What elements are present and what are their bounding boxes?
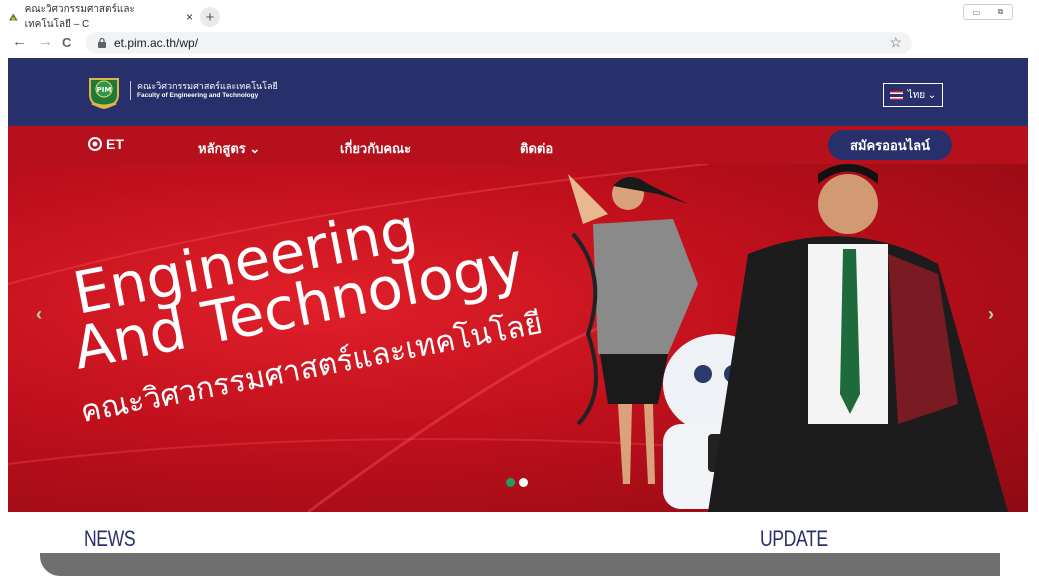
slider-dot-2[interactable] — [519, 478, 528, 487]
slider-next-icon[interactable]: › — [988, 304, 994, 325]
language-selector[interactable]: ไทย ⌄ — [883, 83, 943, 107]
site-header: PIM คณะวิศวกรรมศาสตร์และเทคโนโลยี Facult… — [8, 58, 1028, 126]
reload-button[interactable]: C — [62, 35, 71, 50]
student-man-figure — [708, 164, 1008, 512]
et-home-link[interactable]: ET — [88, 136, 124, 152]
slider-prev-icon[interactable]: ‹ — [36, 304, 42, 325]
new-tab-button[interactable]: + — [200, 7, 220, 27]
minimize-icon[interactable]: ▭ — [973, 8, 981, 17]
language-label: ไทย ⌄ — [907, 89, 937, 101]
update-heading: UPDATE — [760, 526, 828, 551]
slider-dots — [506, 478, 528, 487]
hero-slider: Engineering And Technology คณะวิศวกรรมศา… — [8, 164, 1028, 512]
apply-online-button[interactable]: สมัครออนไลน์ — [828, 130, 952, 160]
lock-icon — [98, 38, 106, 48]
forward-button[interactable]: → — [38, 33, 53, 50]
site-favicon-icon — [8, 13, 18, 21]
et-label: ET — [106, 136, 124, 152]
slider-dot-1[interactable] — [506, 478, 515, 487]
browser-tab-bar: คณะวิศวกรรมศาสตร์และเทคโนโลยี – C × + ▭ … — [0, 0, 1039, 30]
back-button[interactable]: ← — [12, 33, 27, 50]
brand-block[interactable]: คณะวิศวกรรมศาสตร์และเทคโนโลยี Faculty of… — [130, 81, 278, 100]
window-controls[interactable]: ▭ ⧉ — [963, 4, 1013, 20]
tab-title: คณะวิศวกรรมศาสตร์และเทคโนโลยี – C — [24, 4, 135, 30]
browser-tab[interactable]: คณะวิศวกรรมศาสตร์และเทคโนโลยี – C × — [8, 4, 193, 30]
menu-item-about[interactable]: เกี่ยวกับคณะ — [340, 138, 411, 159]
thai-flag-icon — [889, 90, 903, 100]
et-logo-icon — [88, 137, 102, 151]
brand-title-th: คณะวิศวกรรมศาสตร์และเทคโนโลยี — [137, 81, 278, 91]
main-menu: ET หลักสูตร ⌄ เกี่ยวกับคณะ ติดต่อ สมัครอ… — [8, 126, 1028, 164]
url-text: et.pim.ac.th/wp/ — [114, 36, 199, 50]
brand-title-en: Faculty of Engineering and Technology — [137, 92, 259, 99]
bookmark-star-icon[interactable]: ☆ — [889, 34, 902, 51]
logo-text: PIM — [97, 86, 112, 94]
url-bar[interactable]: et.pim.ac.th/wp/ ☆ — [86, 32, 912, 54]
hero-banner: Engineering And Technology คณะวิศวกรรมศา… — [8, 164, 1008, 512]
menu-item-curriculum[interactable]: หลักสูตร ⌄ — [198, 138, 260, 159]
news-heading: NEWS — [84, 526, 136, 551]
page-shadow — [40, 553, 1000, 576]
page-viewport: PIM คณะวิศวกรรมศาสตร์และเทคโนโลยี Facult… — [8, 58, 1028, 576]
menu-item-contact[interactable]: ติดต่อ — [520, 138, 553, 159]
address-toolbar: ← → C et.pim.ac.th/wp/ ☆ — [0, 30, 1039, 56]
pim-logo-icon[interactable]: PIM — [86, 75, 122, 109]
tab-close-icon[interactable]: × — [186, 10, 193, 24]
restore-icon[interactable]: ⧉ — [998, 7, 1004, 17]
